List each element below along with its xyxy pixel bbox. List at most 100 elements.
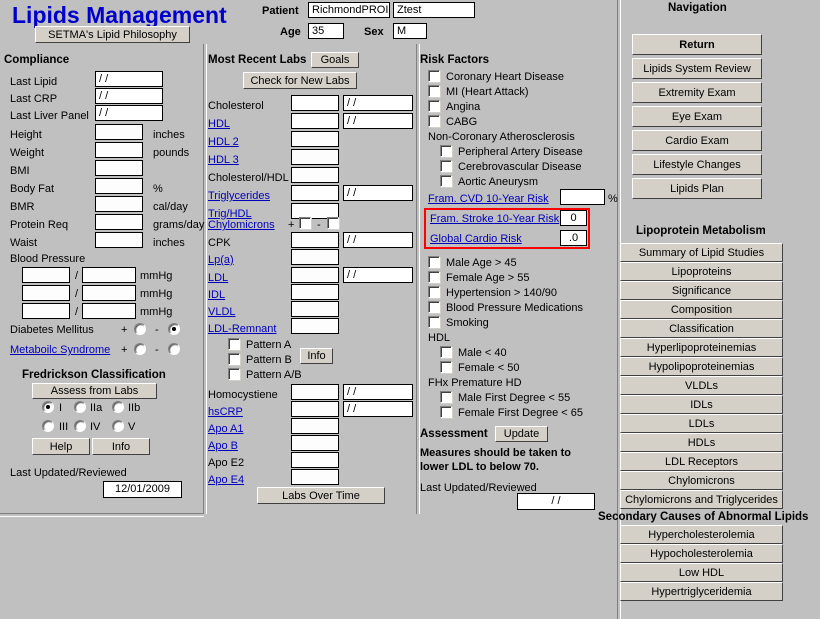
diabetes-plus-radio[interactable] bbox=[134, 323, 146, 335]
patient-last-name-input[interactable]: RichmondPROI bbox=[308, 2, 390, 18]
lipo-button-ldl-receptors[interactable]: LDL Receptors bbox=[620, 452, 783, 471]
bmr-input[interactable] bbox=[95, 196, 143, 212]
lab-date-hdl[interactable]: / / bbox=[343, 113, 413, 129]
fredrickson-info-button[interactable]: Info bbox=[92, 438, 150, 455]
metabolic-plus-radio[interactable] bbox=[134, 343, 146, 355]
lab-value-cpk[interactable] bbox=[291, 232, 339, 248]
lab-date-cpk[interactable]: / / bbox=[343, 232, 413, 248]
lab-link-ldl[interactable]: LDL bbox=[208, 273, 228, 284]
lab-link-apo-e4[interactable]: Apo E4 bbox=[208, 475, 244, 486]
lab-value-hdl2[interactable] bbox=[291, 131, 339, 147]
compliance-last-updated-input[interactable]: 12/01/2009 bbox=[103, 481, 182, 498]
assessment-last-updated-input[interactable]: / / bbox=[517, 493, 595, 510]
bp-diastolic-input-2[interactable] bbox=[82, 285, 136, 301]
lab-value-ldl[interactable] bbox=[291, 267, 339, 283]
lipo-button-composition[interactable]: Composition bbox=[620, 300, 783, 319]
chylomicrons-plus-checkbox[interactable] bbox=[299, 217, 311, 229]
risk-checkbox-male-age-45[interactable] bbox=[428, 256, 440, 268]
last-liver-panel-input[interactable]: / / bbox=[95, 105, 163, 121]
body-fat-input[interactable] bbox=[95, 178, 143, 194]
lab-link-idl[interactable]: IDL bbox=[208, 290, 225, 301]
lab-link-hscrp[interactable]: hsCRP bbox=[208, 407, 243, 418]
weight-input[interactable] bbox=[95, 142, 143, 158]
pattern-b-checkbox[interactable] bbox=[228, 353, 240, 365]
assessment-update-button[interactable]: Update bbox=[495, 426, 548, 442]
last-crp-input[interactable]: / / bbox=[95, 88, 163, 104]
lab-value-ldl-remnant[interactable] bbox=[291, 318, 339, 334]
lipid-philosophy-button[interactable]: SETMA's Lipid Philosophy bbox=[35, 26, 190, 43]
lab-link-apo-b[interactable]: Apo B bbox=[208, 441, 238, 452]
bp-diastolic-input-3[interactable] bbox=[82, 303, 136, 319]
nav-button-lipids-plan[interactable]: Lipids Plan bbox=[632, 178, 762, 199]
goals-button[interactable]: Goals bbox=[311, 52, 359, 68]
risk-checkbox-angina[interactable] bbox=[428, 100, 440, 112]
risk-checkbox-peripheral-artery-disease[interactable] bbox=[440, 145, 452, 157]
lab-value-homocystiene[interactable] bbox=[291, 384, 339, 400]
secondary-button-hypercholesterolemia[interactable]: Hypercholesterolemia bbox=[620, 525, 783, 544]
pattern-info-button[interactable]: Info bbox=[300, 348, 333, 364]
lipo-button-chylomicrons[interactable]: Chylomicrons bbox=[620, 471, 783, 490]
lab-link-hdl2[interactable]: HDL 2 bbox=[208, 137, 239, 148]
risk-checkbox-fhx-female-65[interactable] bbox=[440, 406, 452, 418]
last-lipid-input[interactable]: / / bbox=[95, 71, 163, 87]
lipo-button-chylomicrons-and-triglycerides[interactable]: Chylomicrons and Triglycerides bbox=[620, 490, 783, 509]
lab-value-apo-e4[interactable] bbox=[291, 469, 339, 485]
bp-systolic-input-3[interactable] bbox=[22, 303, 70, 319]
metabolic-syndrome-link[interactable]: Metaboilc Syndrome bbox=[10, 345, 110, 356]
lipo-button-vldls[interactable]: VLDLs bbox=[620, 376, 783, 395]
lab-link-vldl[interactable]: VLDL bbox=[208, 307, 236, 318]
lab-link-ldl-remnant[interactable]: LDL-Remnant bbox=[208, 324, 276, 335]
check-for-new-labs-button[interactable]: Check for New Labs bbox=[243, 72, 357, 89]
lipo-button-hyperlipoproteinemias[interactable]: Hyperlipoproteinemias bbox=[620, 338, 783, 357]
lipo-button-idls[interactable]: IDLs bbox=[620, 395, 783, 414]
fredrickson-radio-I[interactable] bbox=[42, 401, 54, 413]
bp-systolic-input-2[interactable] bbox=[22, 285, 70, 301]
risk-checkbox-hypertension[interactable] bbox=[428, 286, 440, 298]
global-cardio-risk-link[interactable]: Global Cardio Risk bbox=[430, 234, 522, 245]
bp-diastolic-input-1[interactable] bbox=[82, 267, 136, 283]
global-cardio-risk-input[interactable]: .0 bbox=[560, 230, 587, 246]
lab-link-apo-a1[interactable]: Apo A1 bbox=[208, 424, 243, 435]
fram-cvd-risk-input[interactable] bbox=[560, 189, 605, 205]
diabetes-minus-radio[interactable] bbox=[168, 323, 180, 335]
fredrickson-radio-V[interactable] bbox=[112, 420, 124, 432]
risk-checkbox-cerebrovascular-disease[interactable] bbox=[440, 160, 452, 172]
lab-value-cholesterol[interactable] bbox=[291, 95, 339, 111]
lab-value-hdl3[interactable] bbox=[291, 149, 339, 165]
chylomicrons-minus-checkbox[interactable] bbox=[327, 217, 339, 229]
risk-checkbox-fhx-male-55[interactable] bbox=[440, 391, 452, 403]
bmi-input[interactable] bbox=[95, 160, 143, 176]
lab-date-ldl[interactable]: / / bbox=[343, 267, 413, 283]
fredrickson-radio-IIb[interactable] bbox=[112, 401, 124, 413]
secondary-button-low-hdl[interactable]: Low HDL bbox=[620, 563, 783, 582]
lab-link-hdl3[interactable]: HDL 3 bbox=[208, 155, 239, 166]
patient-first-name-input[interactable]: Ztest bbox=[393, 2, 475, 18]
lab-value-vldl[interactable] bbox=[291, 301, 339, 317]
lab-value-apo-b[interactable] bbox=[291, 435, 339, 451]
lipo-button-significance[interactable]: Significance bbox=[620, 281, 783, 300]
secondary-button-hypocholesterolemia[interactable]: Hypocholesterolemia bbox=[620, 544, 783, 563]
risk-checkbox-smoking[interactable] bbox=[428, 316, 440, 328]
risk-checkbox-mi[interactable] bbox=[428, 85, 440, 97]
lab-value-hdl[interactable] bbox=[291, 113, 339, 129]
risk-checkbox-hdl-male-40[interactable] bbox=[440, 346, 452, 358]
lab-link-hdl[interactable]: HDL bbox=[208, 119, 230, 130]
lab-date-homocystiene[interactable]: / / bbox=[343, 384, 413, 400]
lab-date-hscrp[interactable]: / / bbox=[343, 401, 413, 417]
risk-checkbox-aortic-aneurysm[interactable] bbox=[440, 175, 452, 187]
secondary-button-hypertriglyceridemia[interactable]: Hypertriglyceridemia bbox=[620, 582, 783, 601]
fredrickson-radio-III[interactable] bbox=[42, 420, 54, 432]
age-input[interactable]: 35 bbox=[308, 23, 344, 39]
lab-value-hscrp[interactable] bbox=[291, 401, 339, 417]
labs-over-time-button[interactable]: Labs Over Time bbox=[257, 487, 385, 504]
pattern-ab-checkbox[interactable] bbox=[228, 368, 240, 380]
lab-value-idl[interactable] bbox=[291, 284, 339, 300]
assess-from-labs-button[interactable]: Assess from Labs bbox=[32, 383, 157, 399]
fram-cvd-risk-link[interactable]: Fram. CVD 10-Year Risk bbox=[428, 194, 549, 205]
lab-date-triglycerides[interactable]: / / bbox=[343, 185, 413, 201]
pattern-a-checkbox[interactable] bbox=[228, 338, 240, 350]
nav-button-lipids-system-review[interactable]: Lipids System Review bbox=[632, 58, 762, 79]
lipo-button-hypolipoproteinemias[interactable]: Hypolipoproteinemias bbox=[620, 357, 783, 376]
waist-input[interactable] bbox=[95, 232, 143, 248]
protein-req-input[interactable] bbox=[95, 214, 143, 230]
